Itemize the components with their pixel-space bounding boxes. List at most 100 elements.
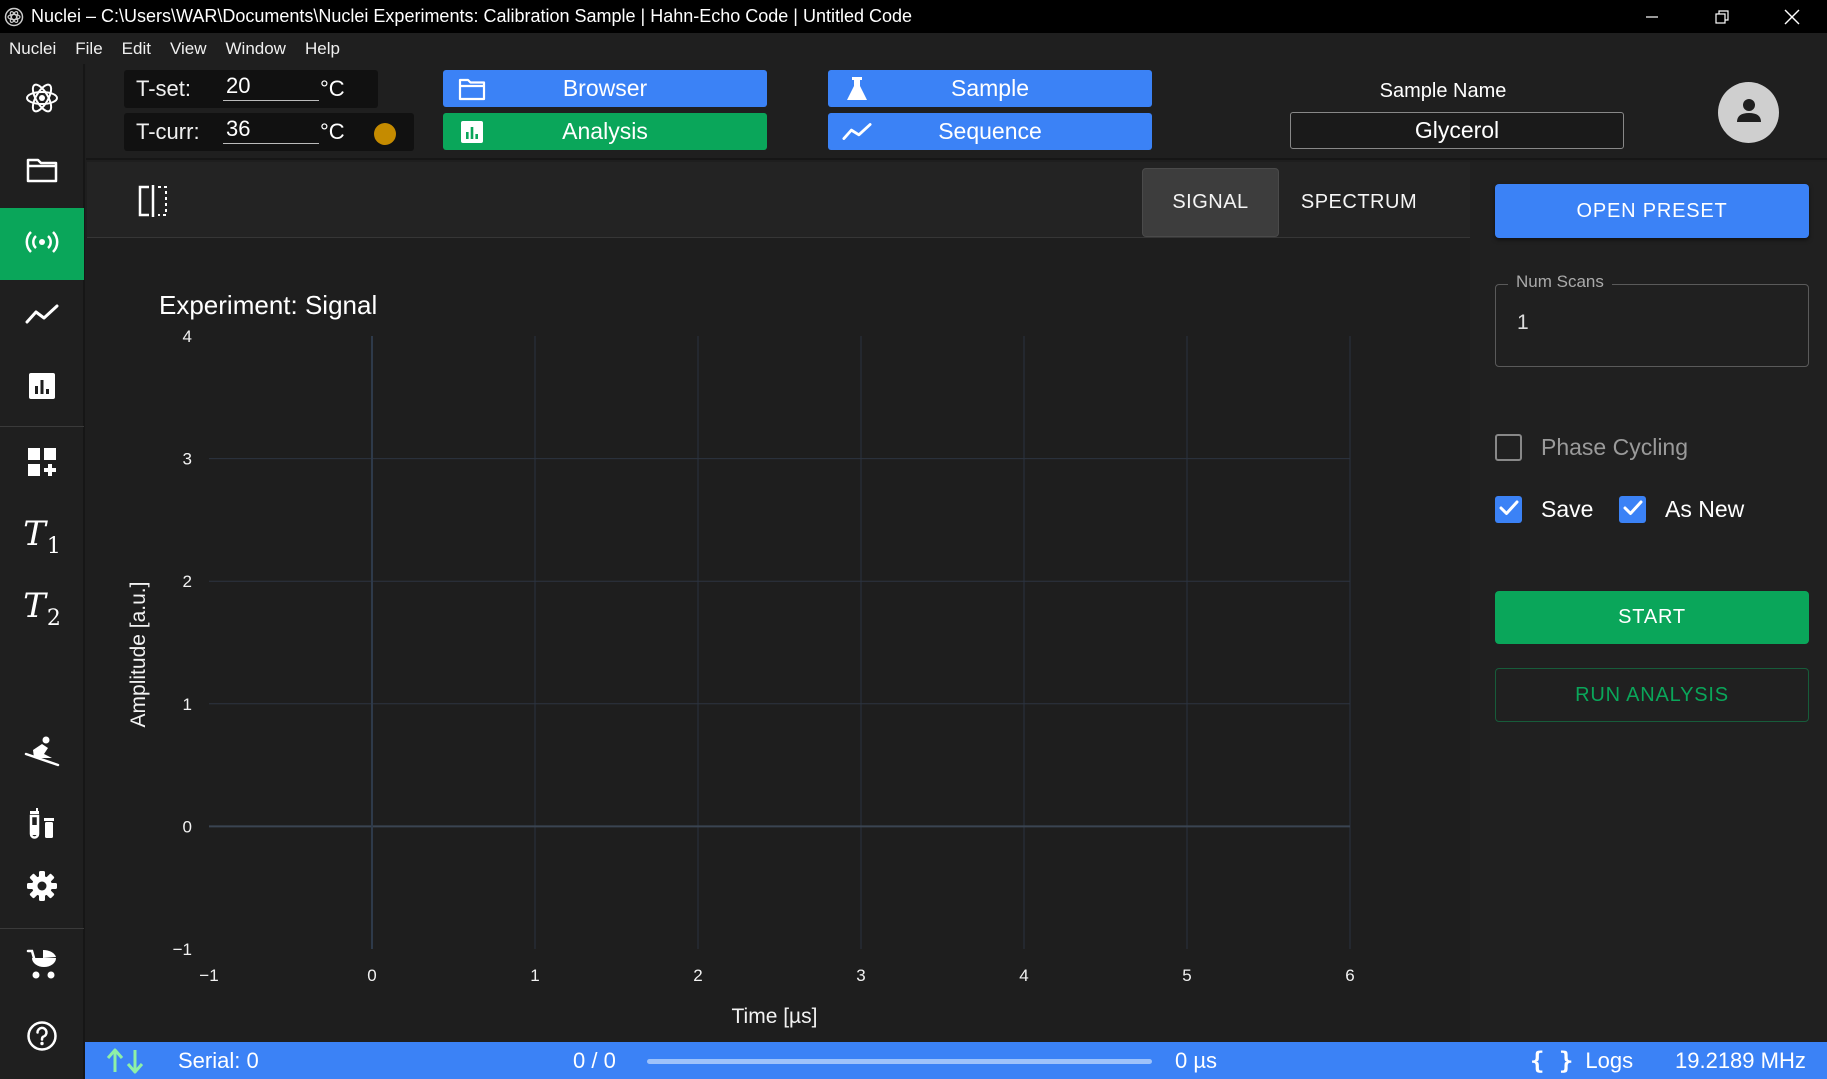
connection-arrows-icon[interactable] <box>105 1042 145 1079</box>
tcurr-value: 36 <box>223 116 319 144</box>
sidebar-item-home[interactable] <box>0 64 84 136</box>
num-scans-field[interactable]: Num Scans 1 <box>1495 272 1809 367</box>
folder-icon <box>26 156 58 188</box>
x-axis-label: Time [µs] <box>732 1005 818 1028</box>
sidebar-item-t1[interactable]: T1 <box>0 500 84 572</box>
x-tick-label: 6 <box>1345 966 1354 985</box>
checkmark-icon <box>1499 500 1519 520</box>
add-widget-icon <box>27 447 57 481</box>
sidebar-item-t2[interactable]: T2 <box>0 572 84 644</box>
analysis-button[interactable]: Analysis <box>443 113 767 150</box>
save-label[interactable]: Save <box>1541 496 1593 523</box>
x-tick-label: 5 <box>1182 966 1191 985</box>
minimize-button[interactable] <box>1617 0 1687 33</box>
sample-name-label: Sample Name <box>1379 80 1507 102</box>
sidebar-item-settings[interactable] <box>0 852 84 924</box>
frequency-readout: 19.2189 MHz <box>1675 1047 1806 1073</box>
start-button[interactable]: START <box>1495 591 1809 644</box>
y-tick-label: −1 <box>173 940 192 959</box>
title-bar: Nuclei – C:\Users\WAR\Documents\Nuclei E… <box>0 0 1827 33</box>
y-tick-label: 1 <box>183 695 192 714</box>
close-button[interactable] <box>1757 0 1827 33</box>
phase-cycling-checkbox[interactable] <box>1495 434 1522 461</box>
line-chart-icon <box>25 303 59 329</box>
sample-button[interactable]: Sample <box>828 70 1152 107</box>
y-axis-label: Amplitude [a.u.] <box>127 582 150 728</box>
help-icon <box>26 1020 58 1056</box>
tcurr-box: T-curr: 36 °C <box>124 113 414 151</box>
sequence-label: Sequence <box>938 118 1042 144</box>
tset-label: T-set: <box>136 76 192 101</box>
serial-status: Serial: 0 <box>178 1047 259 1073</box>
x-tick-label: 0 <box>367 966 376 985</box>
sequence-button[interactable]: Sequence <box>828 113 1152 150</box>
menu-window[interactable]: Window <box>226 39 286 59</box>
open-preset-button[interactable]: OPEN PRESET <box>1495 184 1809 238</box>
run-analysis-button[interactable]: RUN ANALYSIS <box>1495 668 1809 722</box>
gear-icon <box>26 870 58 906</box>
num-scans-label: Num Scans <box>1508 272 1612 292</box>
logs-button[interactable]: { } Logs <box>1530 1042 1633 1079</box>
avatar[interactable] <box>1718 82 1779 143</box>
x-tick-label: 2 <box>693 966 702 985</box>
menu-nuclei[interactable]: Nuclei <box>9 39 56 59</box>
sidebar-item-help[interactable] <box>0 1002 84 1074</box>
signal-icon <box>25 230 59 258</box>
menu-file[interactable]: File <box>75 39 102 59</box>
x-tick-label: 1 <box>530 966 539 985</box>
app-logo-icon <box>3 6 25 28</box>
browser-label: Browser <box>562 75 648 101</box>
y-tick-label: 2 <box>183 572 192 591</box>
status-bar: Serial: 0 0 / 0 0 µs { } Logs 19.2189 MH… <box>85 1042 1827 1079</box>
tcurr-label: T-curr: <box>136 119 200 144</box>
menu-bar: Nuclei File Edit View Window Help <box>0 33 1827 64</box>
main-panel: SIGNAL SPECTRUM Experiment: Signal −1 0 1 2… <box>87 162 1470 1042</box>
restore-button[interactable] <box>1687 0 1757 33</box>
as-new-label[interactable]: As New <box>1665 496 1744 523</box>
menu-help[interactable]: Help <box>305 39 340 59</box>
sidebar-item-bar-chart[interactable] <box>0 352 84 424</box>
signal-chart[interactable]: −1 0 1 2 3 4 5 6 −1 0 1 2 3 4 Time [µs] Amplitude [a.u.… <box>87 162 1470 1042</box>
baby-carriage-icon <box>25 948 59 984</box>
tset-input[interactable]: 20 <box>223 73 319 101</box>
phase-cycling-label[interactable]: Phase Cycling <box>1541 434 1688 461</box>
y-tick-label: 4 <box>183 327 192 346</box>
sidebar-item-signal[interactable] <box>0 208 84 280</box>
temperature-status-indicator <box>374 123 396 145</box>
skiing-icon <box>24 736 60 772</box>
t1-icon: T1 <box>23 513 61 559</box>
atom-logo-icon <box>23 79 61 121</box>
sidebar-item-add-widget[interactable] <box>0 428 84 500</box>
braces-icon: { } <box>1530 1046 1574 1075</box>
tcurr-unit: °C <box>320 119 345 144</box>
num-scans-value[interactable]: 1 <box>1517 311 1529 335</box>
x-tick-label: 4 <box>1019 966 1028 985</box>
menu-view[interactable]: View <box>170 39 207 59</box>
sidebar-item-carriage[interactable] <box>0 930 84 1002</box>
sidebar-item-browser[interactable] <box>0 136 84 208</box>
vials-icon <box>27 808 57 844</box>
folder-icon <box>457 75 487 102</box>
logs-label: Logs <box>1585 1047 1634 1073</box>
as-new-checkbox[interactable] <box>1619 496 1646 523</box>
flask-icon <box>842 75 872 102</box>
x-tick-label: −1 <box>199 966 218 985</box>
tset-box: T-set: 20 °C <box>124 70 378 108</box>
sidebar-item-skiing[interactable] <box>0 718 84 790</box>
y-tick-label: 3 <box>183 450 192 469</box>
t2-icon: T2 <box>23 585 61 631</box>
y-tick-label: 0 <box>183 817 192 836</box>
user-icon <box>1732 94 1766 132</box>
bar-chart-icon <box>457 118 487 145</box>
top-header: T-set: 20 °C T-curr: 36 °C Browser Sampl… <box>86 64 1827 160</box>
tset-unit: °C <box>320 76 345 101</box>
sidebar-item-line-chart[interactable] <box>0 280 84 352</box>
save-checkbox[interactable] <box>1495 496 1522 523</box>
menu-edit[interactable]: Edit <box>122 39 151 59</box>
right-panel: OPEN PRESET Num Scans 1 Phase Cycling Sa… <box>1470 162 1827 1042</box>
left-sidebar: T1 T2 <box>0 64 85 1079</box>
sample-name-input[interactable] <box>1290 112 1624 149</box>
progress-bar <box>647 1059 1152 1064</box>
sample-label: Sample <box>951 75 1029 101</box>
browser-button[interactable]: Browser <box>443 70 767 107</box>
